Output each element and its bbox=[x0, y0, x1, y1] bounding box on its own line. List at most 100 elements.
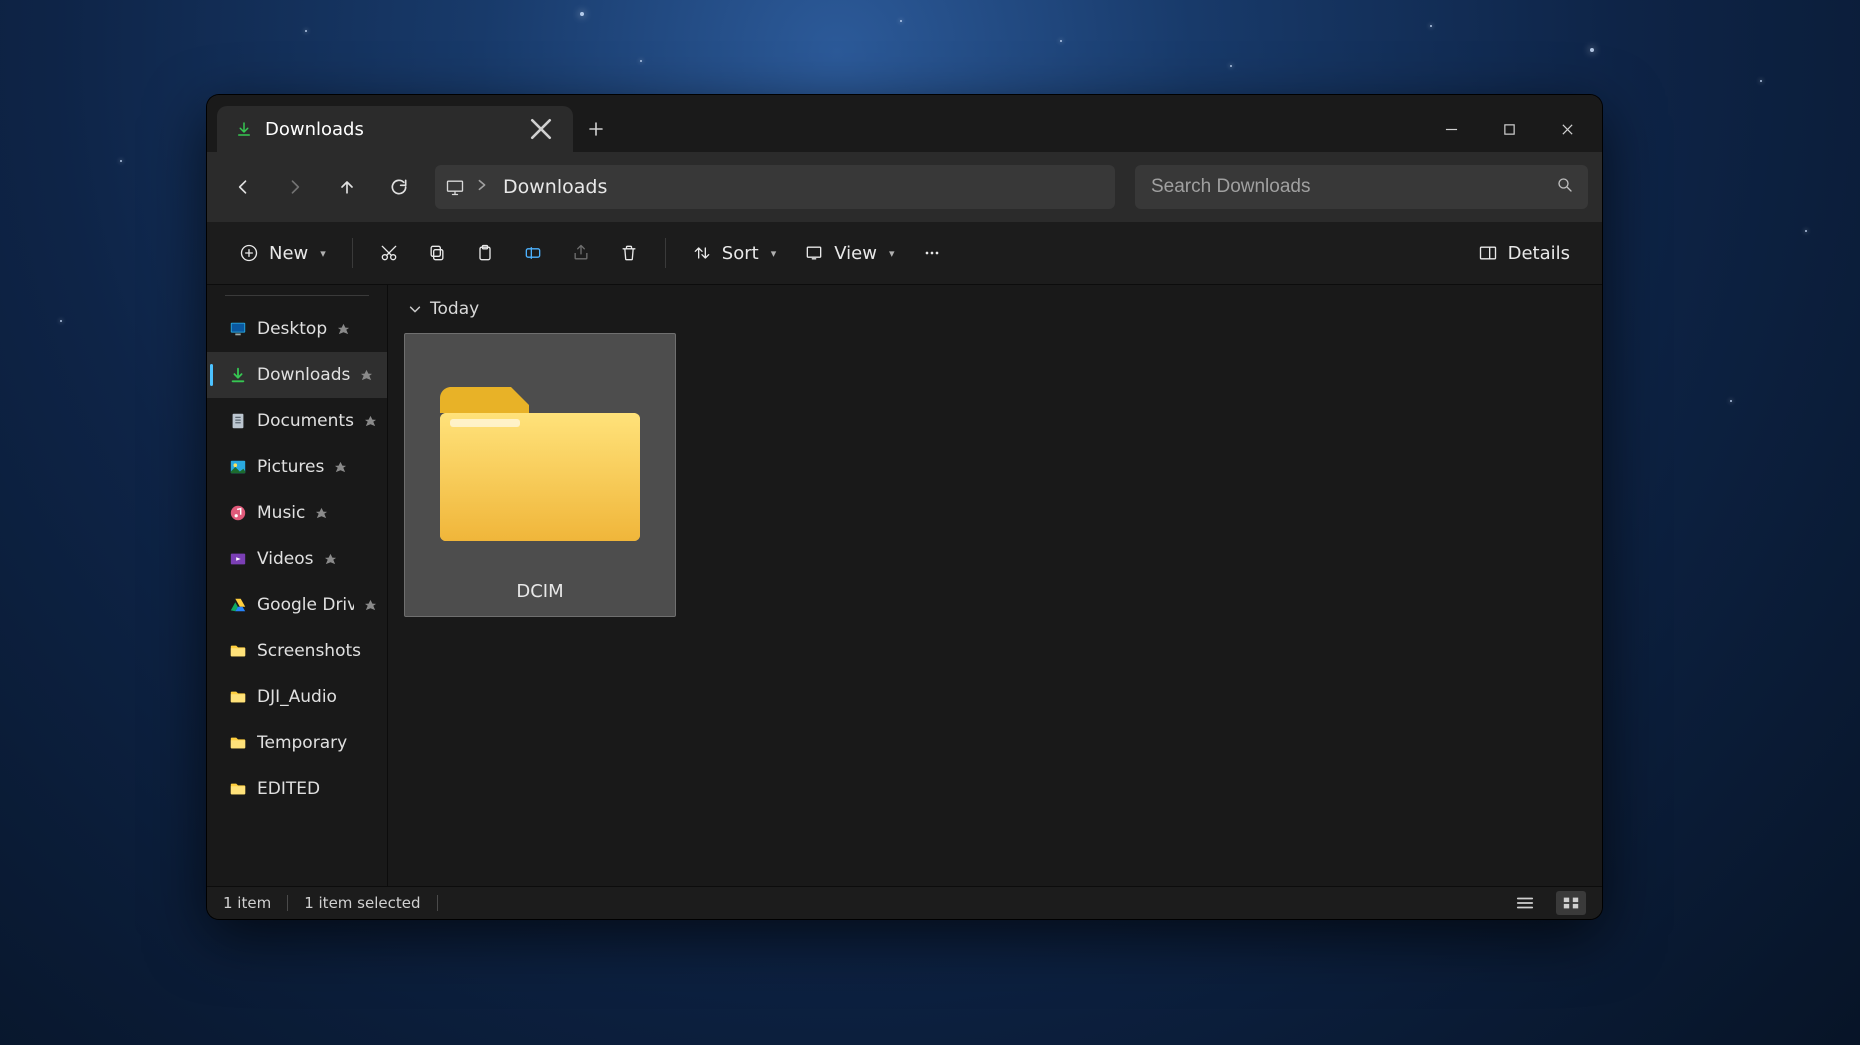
new-button[interactable]: New ▾ bbox=[227, 233, 338, 273]
group-label: Today bbox=[430, 299, 479, 319]
address-crumb[interactable]: Downloads bbox=[503, 176, 607, 198]
group-header[interactable]: Today bbox=[404, 299, 1586, 319]
close-window-button[interactable] bbox=[1538, 106, 1596, 152]
search-input[interactable] bbox=[1149, 175, 1556, 199]
sidebar-item-temporary[interactable]: Temporary bbox=[207, 720, 387, 766]
pc-icon bbox=[445, 177, 465, 197]
chevron-down-icon: ▾ bbox=[771, 247, 777, 260]
back-button[interactable] bbox=[221, 165, 265, 209]
toolbar-separator bbox=[352, 238, 353, 268]
sort-button[interactable]: Sort ▾ bbox=[680, 233, 788, 273]
status-selection: 1 item selected bbox=[304, 894, 420, 912]
items-grid: DCIM bbox=[404, 333, 1586, 617]
sidebar-item-desktop[interactable]: Desktop bbox=[207, 306, 387, 352]
sidebar-item-label: Pictures bbox=[257, 457, 324, 477]
sidebar-item-documents[interactable]: Documents bbox=[207, 398, 387, 444]
tab-close-button[interactable] bbox=[527, 115, 555, 143]
sidebar-item-label: Google Drive bbox=[257, 595, 354, 615]
sidebar-item-label: Music bbox=[257, 503, 305, 523]
nav-pane[interactable]: Desktop Downloads Documents Pictures Music Vi… bbox=[207, 285, 388, 886]
command-bar: New ▾ Sor bbox=[207, 222, 1602, 285]
view-large-icons-button[interactable] bbox=[1556, 891, 1586, 915]
refresh-button[interactable] bbox=[377, 165, 421, 209]
rename-icon bbox=[523, 243, 543, 263]
folder-icon bbox=[229, 780, 247, 798]
sidebar-item-music[interactable]: Music bbox=[207, 490, 387, 536]
more-button[interactable] bbox=[910, 233, 954, 273]
nav-row: Downloads bbox=[207, 152, 1602, 222]
window-body: Desktop Downloads Documents Pictures Music Vi… bbox=[207, 285, 1602, 886]
titlebar: Downloads bbox=[207, 95, 1602, 152]
share-icon bbox=[571, 243, 591, 263]
folder-item-dcim[interactable]: DCIM bbox=[404, 333, 676, 617]
sidebar-item-label: Desktop bbox=[257, 319, 327, 339]
view-icon bbox=[804, 243, 824, 263]
share-button[interactable] bbox=[559, 233, 603, 273]
desktop-icon bbox=[229, 320, 247, 338]
sidebar-item-dji-audio[interactable]: DJI_Audio bbox=[207, 674, 387, 720]
maximize-icon bbox=[1503, 123, 1516, 136]
desktop: Downloads bbox=[0, 0, 1860, 1045]
view-label: View bbox=[834, 243, 877, 264]
pictures-icon bbox=[229, 458, 247, 476]
cut-button[interactable] bbox=[367, 233, 411, 273]
sidebar-item-google-drive[interactable]: Google Drive bbox=[207, 582, 387, 628]
paste-button[interactable] bbox=[463, 233, 507, 273]
search-icon bbox=[1556, 176, 1574, 198]
status-separator bbox=[287, 895, 288, 911]
content-area[interactable]: Today DCIM bbox=[388, 285, 1602, 886]
sidebar-item-label: Temporary bbox=[257, 733, 347, 753]
pin-icon bbox=[324, 553, 337, 566]
sidebar-item-screenshots[interactable]: Screenshots bbox=[207, 628, 387, 674]
delete-button[interactable] bbox=[607, 233, 651, 273]
rename-button[interactable] bbox=[511, 233, 555, 273]
copy-button[interactable] bbox=[415, 233, 459, 273]
pin-icon bbox=[334, 461, 347, 474]
address-bar[interactable]: Downloads bbox=[435, 165, 1115, 209]
status-bar: 1 item 1 item selected bbox=[207, 886, 1602, 919]
close-icon bbox=[527, 115, 555, 143]
videos-icon bbox=[229, 550, 247, 568]
pin-icon bbox=[364, 415, 377, 428]
status-separator bbox=[437, 895, 438, 911]
view-details-button[interactable] bbox=[1510, 891, 1540, 915]
music-icon bbox=[229, 504, 247, 522]
tab-downloads[interactable]: Downloads bbox=[217, 106, 573, 152]
new-tab-button[interactable] bbox=[573, 106, 619, 152]
new-label: New bbox=[269, 243, 308, 264]
sidebar-item-label: Downloads bbox=[257, 365, 350, 385]
document-icon bbox=[229, 412, 247, 430]
paste-icon bbox=[475, 243, 495, 263]
folder-icon bbox=[430, 373, 650, 553]
forward-button[interactable] bbox=[273, 165, 317, 209]
maximize-button[interactable] bbox=[1480, 106, 1538, 152]
arrow-up-icon bbox=[337, 177, 357, 197]
pin-icon bbox=[364, 599, 377, 612]
list-icon bbox=[1516, 895, 1534, 911]
delete-icon bbox=[619, 243, 639, 263]
search-box[interactable] bbox=[1135, 165, 1588, 209]
view-button[interactable]: View ▾ bbox=[792, 233, 906, 273]
sidebar-item-label: EDITED bbox=[257, 779, 320, 799]
folder-icon bbox=[229, 734, 247, 752]
tab-label: Downloads bbox=[265, 119, 515, 140]
pin-icon bbox=[315, 507, 328, 520]
sidebar-item-label: Videos bbox=[257, 549, 314, 569]
details-pane-button[interactable]: Details bbox=[1466, 233, 1582, 273]
details-label: Details bbox=[1508, 243, 1570, 264]
minimize-button[interactable] bbox=[1422, 106, 1480, 152]
close-icon bbox=[1561, 123, 1574, 136]
sidebar-divider bbox=[225, 295, 369, 296]
sidebar-item-videos[interactable]: Videos bbox=[207, 536, 387, 582]
up-button[interactable] bbox=[325, 165, 369, 209]
download-icon bbox=[229, 366, 247, 384]
sidebar-item-downloads[interactable]: Downloads bbox=[207, 352, 387, 398]
arrow-left-icon bbox=[233, 177, 253, 197]
chevron-right-icon bbox=[475, 178, 489, 196]
window-controls bbox=[1422, 106, 1602, 152]
pin-icon bbox=[337, 323, 350, 336]
sort-label: Sort bbox=[722, 243, 759, 264]
new-icon bbox=[239, 243, 259, 263]
sidebar-item-edited[interactable]: EDITED bbox=[207, 766, 387, 812]
sidebar-item-pictures[interactable]: Pictures bbox=[207, 444, 387, 490]
